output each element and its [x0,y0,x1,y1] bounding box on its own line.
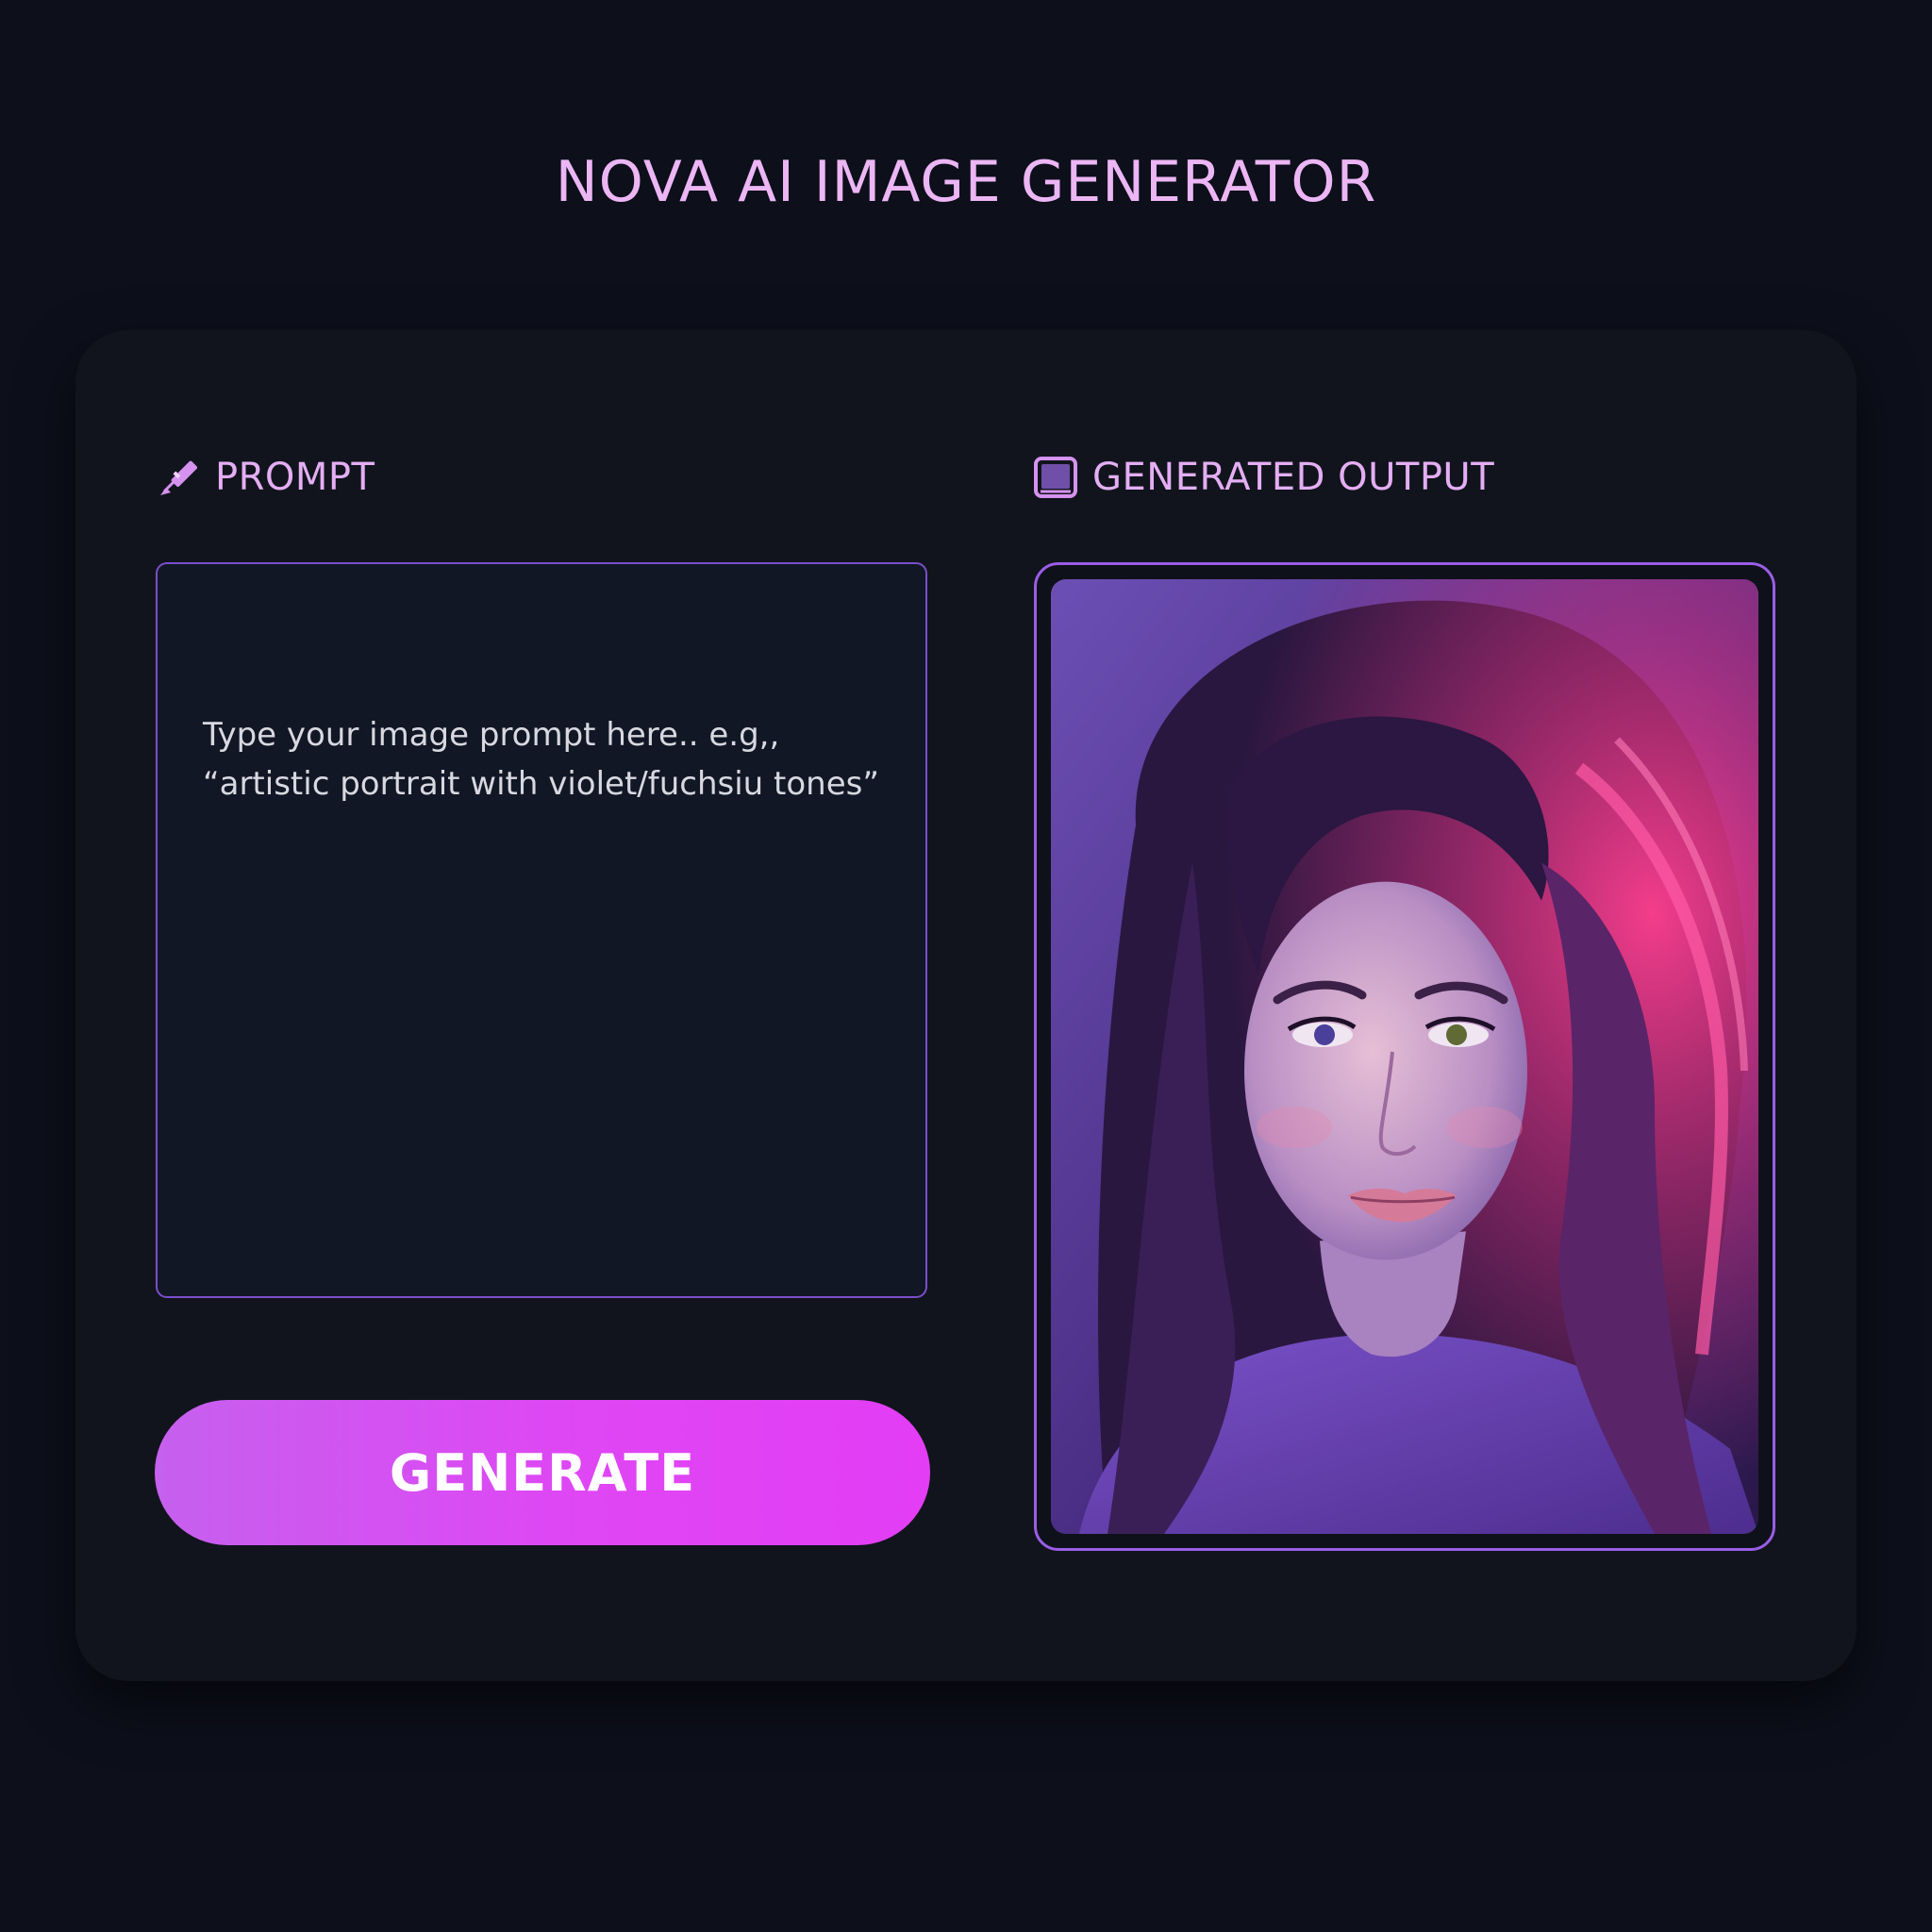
prompt-placeholder: Type your image prompt here.. e.g,, “art… [203,716,879,803]
main-card: PROMPT GENERATED OUTPUT Type your image … [75,330,1857,1681]
prompt-heading: PROMPT [215,456,375,499]
generate-button[interactable]: GENERATE [155,1400,930,1545]
prompt-textarea[interactable]: Type your image prompt here.. e.g,, “art… [156,562,927,1298]
output-heading: GENERATED OUTPUT [1092,456,1495,499]
prompt-header: PROMPT [155,451,375,504]
output-header: GENERATED OUTPUT [1032,451,1494,504]
paintbrush-icon [155,454,202,501]
app-title: NOVA AI IMAGE GENERATOR [555,149,1377,215]
generated-output-frame [1034,562,1775,1551]
image-frame-icon [1032,454,1079,501]
generated-portrait-image [1051,579,1758,1534]
